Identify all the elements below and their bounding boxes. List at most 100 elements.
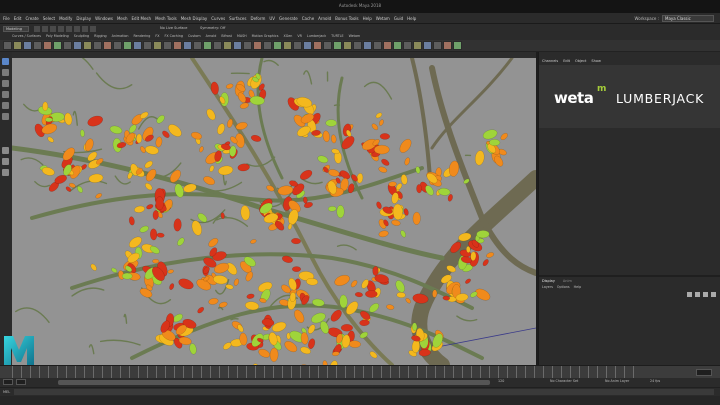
select-tool-icon[interactable] (2, 58, 9, 65)
scale-tool-icon[interactable] (2, 113, 9, 120)
menu-arnold[interactable]: Arnold (318, 16, 331, 21)
shelf-tool-icon[interactable] (173, 41, 182, 50)
shelf-tool-icon[interactable] (63, 41, 72, 50)
outliner-view-icon[interactable] (2, 169, 9, 176)
shelf-tool-icon[interactable] (323, 41, 332, 50)
shelf-tool-icon[interactable] (403, 41, 412, 50)
shelf-tool-icon[interactable] (143, 41, 152, 50)
command-input[interactable] (14, 389, 714, 395)
redo-icon[interactable] (66, 26, 72, 32)
save-scene-icon[interactable] (50, 26, 56, 32)
start-frame-field[interactable] (3, 379, 13, 385)
menu-edit[interactable]: Edit (14, 16, 22, 21)
shelf-tool-icon[interactable] (193, 41, 202, 50)
anim-layer[interactable]: No Anim Layer (605, 379, 629, 383)
tab-anim[interactable]: Anim (563, 279, 572, 283)
shelf-tool-icon[interactable] (43, 41, 52, 50)
open-scene-icon[interactable] (42, 26, 48, 32)
shelf-tool-icon[interactable] (363, 41, 372, 50)
shelf-tool-icon[interactable] (423, 41, 432, 50)
shelf-tool-icon[interactable] (103, 41, 112, 50)
menu-edit-mesh[interactable]: Edit Mesh (132, 16, 152, 21)
menu-create[interactable]: Create (25, 16, 38, 21)
options-menu[interactable]: Options (557, 285, 570, 289)
menu-set-dropdown[interactable]: Modeling (3, 26, 29, 32)
menu-wetam[interactable]: Wetam (376, 16, 390, 21)
move-layer-down-icon[interactable] (695, 292, 700, 297)
playback-start-field[interactable] (16, 379, 26, 385)
menu-curves[interactable]: Curves (211, 16, 225, 21)
symmetry-label[interactable]: Symmetry: Off (200, 26, 225, 30)
shelf-tool-icon[interactable] (333, 41, 342, 50)
rotate-tool-icon[interactable] (2, 102, 9, 109)
lasso-tool-icon[interactable] (2, 69, 9, 76)
shelf-tool-icon[interactable] (153, 41, 162, 50)
shelf-tool-icon[interactable] (73, 41, 82, 50)
shelf-tool-icon[interactable] (33, 41, 42, 50)
menu-guid[interactable]: Guid (394, 16, 403, 21)
workspace-dropdown[interactable]: Maya Classic (662, 15, 714, 22)
move-tool-icon[interactable] (2, 91, 9, 98)
range-slider-bar[interactable] (58, 380, 490, 385)
menu-mesh[interactable]: Mesh (117, 16, 128, 21)
fps-dropdown[interactable]: 24 fps (650, 379, 660, 383)
shelf-tool-icon[interactable] (373, 41, 382, 50)
shelf-tool-icon[interactable] (443, 41, 452, 50)
menu-select[interactable]: Select (43, 16, 55, 21)
menu-mesh-tools[interactable]: Mesh Tools (155, 16, 177, 21)
shelf-tool-icon[interactable] (23, 41, 32, 50)
channel-box-edit[interactable]: Edit (563, 59, 570, 63)
undo-icon[interactable] (58, 26, 64, 32)
shelf-tool-icon[interactable] (383, 41, 392, 50)
shelf-tool-icon[interactable] (13, 41, 22, 50)
layers-menu[interactable]: Layers (542, 285, 553, 289)
single-view-icon[interactable] (2, 147, 9, 154)
menu-bonus-tools[interactable]: Bonus Tools (335, 16, 358, 21)
menu-help[interactable]: Help (363, 16, 372, 21)
tab-display[interactable]: Display (542, 279, 555, 283)
new-scene-icon[interactable] (34, 26, 40, 32)
shelf-tool-icon[interactable] (133, 41, 142, 50)
shelf-tool-icon[interactable] (113, 41, 122, 50)
shelf-tool-icon[interactable] (183, 41, 192, 50)
select-hierarchy-icon[interactable] (74, 26, 80, 32)
paint-select-icon[interactable] (2, 80, 9, 87)
shelf-tool-icon[interactable] (433, 41, 442, 50)
help-menu[interactable]: Help (574, 285, 582, 289)
shelf-tool-icon[interactable] (353, 41, 362, 50)
shelf-tool-icon[interactable] (93, 41, 102, 50)
shelf-tool-icon[interactable] (453, 41, 462, 50)
menu-cache[interactable]: Cache (302, 16, 314, 21)
menu-deform[interactable]: Deform (250, 16, 265, 21)
shelf-tool-icon[interactable] (243, 41, 252, 50)
select-component-icon[interactable] (90, 26, 96, 32)
shelf-tool-icon[interactable] (253, 41, 262, 50)
shelf-tool-icon[interactable] (223, 41, 232, 50)
menu-generate[interactable]: Generate (279, 16, 298, 21)
channel-box-object[interactable]: Object (575, 59, 586, 63)
shelf-tool-icon[interactable] (83, 41, 92, 50)
shelf-tool-icon[interactable] (413, 41, 422, 50)
shelf-tool-icon[interactable] (393, 41, 402, 50)
menu-display[interactable]: Display (76, 16, 91, 21)
shelf-tool-icon[interactable] (163, 41, 172, 50)
workspace-selector[interactable]: Workspace : Maya Classic (635, 15, 714, 22)
shelf-tool-icon[interactable] (263, 41, 272, 50)
menu-mesh-display[interactable]: Mesh Display (181, 16, 208, 21)
menu-windows[interactable]: Windows (95, 16, 113, 21)
shelf-tool-icon[interactable] (53, 41, 62, 50)
live-surface-label[interactable]: No Live Surface (160, 26, 187, 30)
shelf-tool-icon[interactable] (273, 41, 282, 50)
menu-modify[interactable]: Modify (59, 16, 72, 21)
channel-box-show[interactable]: Show (591, 59, 600, 63)
move-layer-up-icon[interactable] (687, 292, 692, 297)
current-frame-field[interactable] (696, 369, 712, 376)
shelf-tool-icon[interactable] (313, 41, 322, 50)
shelf-tool-icon[interactable] (123, 41, 132, 50)
menu-file[interactable]: File (3, 16, 10, 21)
shelf-tool-icon[interactable] (293, 41, 302, 50)
menu-surfaces[interactable]: Surfaces (229, 16, 246, 21)
four-view-icon[interactable] (2, 158, 9, 165)
shelf-tool-icon[interactable] (203, 41, 212, 50)
shelf-tool-icon[interactable] (3, 41, 12, 50)
